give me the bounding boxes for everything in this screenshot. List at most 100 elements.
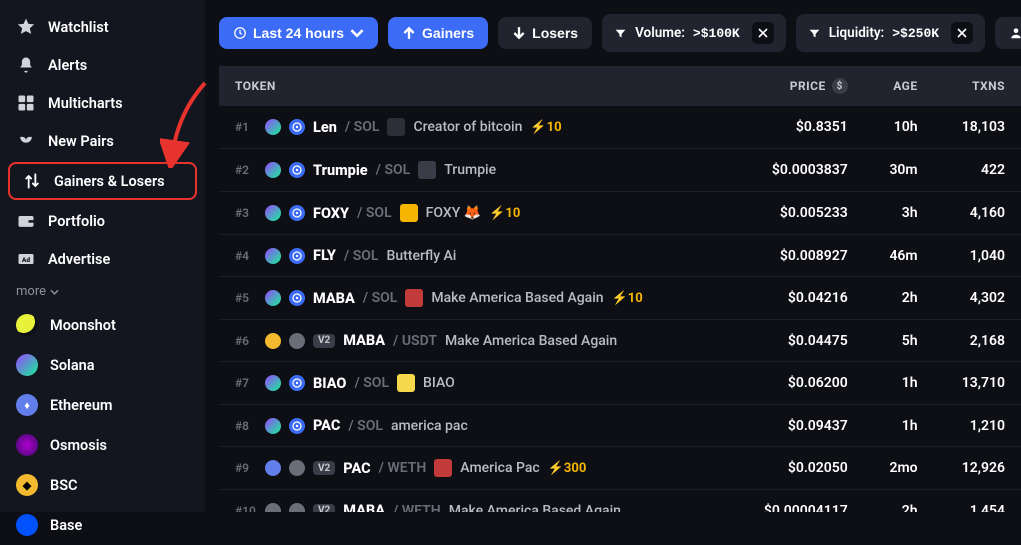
sidebar-item-new-pairs[interactable]: New Pairs bbox=[0, 122, 205, 160]
filter-close-icon[interactable] bbox=[951, 22, 973, 44]
table-row[interactable]: #3FOXY/ SOLFOXY 🦊10$0.0052333h4,160 bbox=[219, 192, 1021, 235]
age-cell: 1h bbox=[864, 362, 934, 405]
txns-cell: 422 bbox=[934, 149, 1021, 192]
sidebar-item-label: New Pairs bbox=[48, 133, 114, 150]
boost-badge: 10 bbox=[612, 291, 643, 306]
sprout-icon bbox=[16, 131, 36, 151]
v2-badge: V2 bbox=[313, 504, 335, 513]
filter-name: Volume: bbox=[635, 25, 685, 41]
timeframe-label: Last 24 hours bbox=[253, 25, 344, 41]
sidebar-item-label: Advertise bbox=[48, 251, 110, 268]
table-row[interactable]: #2Trumpie/ SOLTrumpie$0.000383730m422 bbox=[219, 149, 1021, 192]
sidebar-item-alerts[interactable]: Alerts bbox=[0, 46, 205, 84]
chain-badge-icon bbox=[265, 418, 281, 434]
quote-symbol: / SOL bbox=[345, 119, 380, 135]
table-row[interactable]: #8PAC/ SOLamerica pac$0.094371h1,210 bbox=[219, 405, 1021, 447]
rank: #8 bbox=[235, 419, 257, 433]
table-row[interactable]: #7BIAO/ SOLBIAO$0.062001h13,710 bbox=[219, 362, 1021, 405]
sidebar-item-gainers-losers[interactable]: Gainers & Losers bbox=[8, 162, 197, 200]
table-row[interactable]: #4FLY/ SOLButterfly Ai$0.00892746m1,040 bbox=[219, 235, 1021, 277]
sidebar-item-advertise[interactable]: AdAdvertise bbox=[0, 240, 205, 278]
target-icon bbox=[289, 290, 305, 306]
project-icon bbox=[397, 374, 415, 392]
quote-symbol: / SOL bbox=[344, 248, 379, 264]
filter-liquidity[interactable]: Liquidity: >$250K bbox=[796, 14, 985, 52]
rank: #2 bbox=[235, 163, 257, 177]
losers-button[interactable]: Losers bbox=[498, 17, 592, 49]
chain-item-solana[interactable]: Solana bbox=[0, 345, 205, 385]
chain-icon: ◆ bbox=[16, 474, 38, 496]
chain-label: Base bbox=[50, 517, 82, 534]
token-table: TOKEN PRICE$ AGE TXNS #1Len/ SOLCreator … bbox=[219, 66, 1021, 512]
rank: #6 bbox=[235, 334, 257, 348]
col-txns[interactable]: TXNS bbox=[934, 66, 1021, 106]
table-row[interactable]: #9V2PAC/ WETHAmerica Pac300$0.020502mo12… bbox=[219, 447, 1021, 490]
txns-cell: 1,210 bbox=[934, 405, 1021, 447]
age-cell: 10h bbox=[864, 106, 934, 149]
quote-symbol: / WETH bbox=[379, 460, 427, 476]
filter-close-icon[interactable] bbox=[752, 22, 774, 44]
age-cell: 2mo bbox=[864, 447, 934, 490]
target-icon bbox=[289, 162, 305, 178]
quote-symbol: / SOL bbox=[348, 418, 383, 434]
sidebar-item-label: Multicharts bbox=[48, 95, 123, 112]
chain-item-moonshot[interactable]: Moonshot bbox=[0, 305, 205, 345]
quote-symbol: / SOL bbox=[363, 290, 398, 306]
token-symbol: Len bbox=[313, 119, 337, 136]
chain-label: BSC bbox=[50, 477, 78, 494]
chain-icon bbox=[16, 354, 38, 376]
chain-badge-icon bbox=[265, 248, 281, 264]
profile-button[interactable]: Profile bbox=[995, 17, 1021, 49]
gainers-button[interactable]: Gainers bbox=[388, 17, 488, 49]
txns-cell: 4,160 bbox=[934, 192, 1021, 235]
token-symbol: MABA bbox=[313, 290, 355, 307]
price-cell: $0.04216 bbox=[729, 277, 864, 320]
toolbar: Last 24 hours Gainers Losers Volume: >$1… bbox=[219, 14, 1021, 52]
quote-symbol: / SOL bbox=[354, 375, 389, 391]
col-token[interactable]: TOKEN bbox=[219, 66, 729, 106]
chain-item-osmosis[interactable]: Osmosis bbox=[0, 425, 205, 465]
token-symbol: FLY bbox=[313, 247, 336, 264]
sidebar-item-portfolio[interactable]: Portfolio bbox=[0, 202, 205, 240]
token-symbol: FOXY bbox=[313, 205, 349, 222]
table-row[interactable]: #5MABA/ SOLMake America Based Again10$0.… bbox=[219, 277, 1021, 320]
sidebar-item-multicharts[interactable]: Multicharts bbox=[0, 84, 205, 122]
chain-item-base[interactable]: Base bbox=[0, 505, 205, 545]
gainers-label: Gainers bbox=[422, 25, 474, 41]
sidebar-item-label: Gainers & Losers bbox=[54, 173, 165, 190]
target-icon bbox=[289, 248, 305, 264]
price-cell: $0.09437 bbox=[729, 405, 864, 447]
target-icon bbox=[289, 418, 305, 434]
age-cell: 30m bbox=[864, 149, 934, 192]
boost-badge: 300 bbox=[548, 461, 587, 476]
timeframe-button[interactable]: Last 24 hours bbox=[219, 17, 378, 49]
rank: #7 bbox=[235, 376, 257, 390]
chain-item-bsc[interactable]: ◆ BSC bbox=[0, 465, 205, 505]
chain-badge-icon bbox=[265, 503, 281, 513]
price-cell: $0.02050 bbox=[729, 447, 864, 490]
sidebar-item-watchlist[interactable]: Watchlist bbox=[0, 8, 205, 46]
token-desc: BIAO bbox=[423, 375, 455, 391]
price-cell: $0.00004117 bbox=[729, 490, 864, 513]
table-row[interactable]: #10V2MABA/ WETHMake America Based Again$… bbox=[219, 490, 1021, 513]
chain-badge-icon bbox=[289, 333, 305, 349]
filter-volume[interactable]: Volume: >$100K bbox=[602, 14, 786, 52]
filter-value: >$250K bbox=[892, 26, 939, 41]
project-icon bbox=[405, 289, 423, 307]
age-cell: 5h bbox=[864, 320, 934, 362]
sidebar-item-label: Portfolio bbox=[48, 213, 105, 230]
price-cell: $0.8351 bbox=[729, 106, 864, 149]
chain-item-ethereum[interactable]: ♦Ethereum bbox=[0, 385, 205, 425]
table-row[interactable]: #1Len/ SOLCreator of bitcoin10$0.835110h… bbox=[219, 106, 1021, 149]
arrow-down-icon bbox=[512, 26, 526, 40]
col-age[interactable]: AGE bbox=[864, 66, 934, 106]
price-cell: $0.04475 bbox=[729, 320, 864, 362]
col-price[interactable]: PRICE$ bbox=[729, 66, 864, 106]
token-symbol: PAC bbox=[313, 417, 340, 434]
chain-label: Ethereum bbox=[50, 397, 113, 414]
table-row[interactable]: #6V2MABA/ USDTMake America Based Again$0… bbox=[219, 320, 1021, 362]
more-menu[interactable]: more bbox=[0, 278, 205, 305]
quote-symbol: / SOL bbox=[376, 162, 411, 178]
token-symbol: MABA bbox=[343, 502, 385, 512]
project-icon bbox=[434, 459, 452, 477]
